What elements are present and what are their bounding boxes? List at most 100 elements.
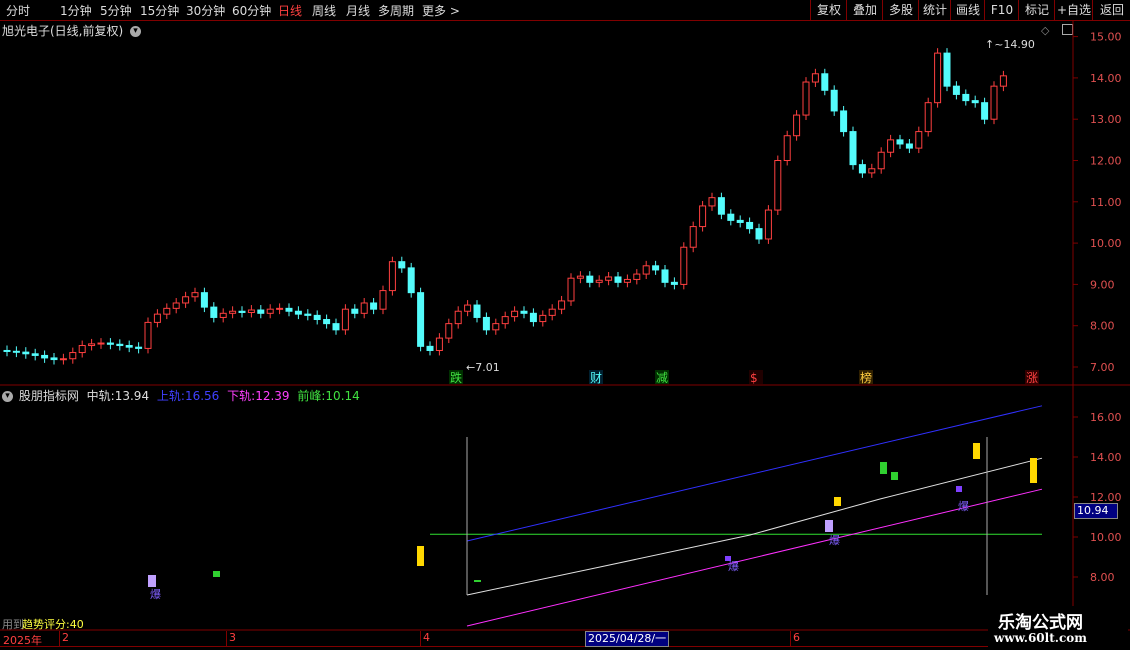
event-marker: 财 <box>590 371 602 385</box>
candle-body <box>783 135 791 162</box>
lower-band-line <box>466 488 1043 627</box>
candle-body <box>511 310 519 318</box>
price-tick-label: 13.00 <box>1090 113 1122 126</box>
candle-body <box>473 304 481 318</box>
candle-body <box>351 308 359 314</box>
candle-body <box>952 85 960 95</box>
candle-body <box>539 314 547 323</box>
event-marker: 减 <box>656 371 668 385</box>
candle-body <box>971 100 979 104</box>
upper-band-line <box>466 405 1043 542</box>
candle-body <box>858 164 866 174</box>
burst-mark: 爆 <box>728 559 739 573</box>
candle-body <box>492 323 500 331</box>
candle-body <box>116 343 124 347</box>
candle-body <box>924 102 932 133</box>
candle-body <box>454 310 462 325</box>
candle-body <box>88 343 96 347</box>
watermark-url: www.60lt.com <box>994 631 1087 645</box>
candle-body <box>633 273 641 280</box>
candle-body <box>793 114 801 137</box>
candle-body <box>520 310 528 314</box>
candle-body <box>360 302 368 314</box>
signal-block <box>891 472 898 480</box>
candle-body <box>699 205 707 228</box>
candle-body <box>97 342 105 345</box>
signal-block <box>474 580 481 582</box>
candle-body <box>370 302 378 310</box>
candle-body <box>285 307 293 312</box>
burst-mark: 爆 <box>150 587 161 601</box>
candle-body <box>943 52 951 87</box>
event-marker: 跌 <box>450 370 462 385</box>
candle-body <box>69 352 77 360</box>
candle-body <box>915 131 923 149</box>
date-month-2: 2 <box>59 631 69 646</box>
candle-body <box>623 278 631 283</box>
date-month-4: 4 <box>420 631 430 646</box>
candle-body <box>558 300 566 310</box>
candle-body <box>172 302 180 309</box>
burst-mark: 爆 <box>958 499 969 513</box>
candle-body <box>802 81 810 116</box>
candle-body <box>962 93 970 102</box>
candle-body <box>981 102 989 120</box>
signal-block <box>417 546 424 566</box>
trend-score: 趋势评分:40 <box>22 618 84 631</box>
candle-body <box>736 219 744 223</box>
candle-body <box>426 345 434 351</box>
watermark-title: 乐淘公式网 <box>998 613 1083 633</box>
candle-body <box>229 310 237 314</box>
signal-block <box>956 486 962 492</box>
candle-body <box>22 351 30 355</box>
candle-body <box>567 277 575 302</box>
indicator-tick-label: 14.00 <box>1090 451 1122 464</box>
event-markers: 跌 财 减 $ 榜 涨 <box>449 370 1039 385</box>
burst-mark: 爆 <box>829 533 840 547</box>
indicator-tick-label: 16.00 <box>1090 411 1122 424</box>
candle-body <box>266 308 274 314</box>
candle-body <box>135 346 143 349</box>
mid-band-line <box>466 457 1043 596</box>
price-tick-label: 7.00 <box>1090 361 1115 374</box>
candle-body <box>482 316 490 331</box>
candle-body <box>257 309 265 314</box>
indicator-tick-label: 10.00 <box>1090 531 1122 544</box>
candle-body <box>774 160 782 211</box>
candle-body <box>3 349 11 352</box>
candle-body <box>652 265 660 271</box>
candle-body <box>144 321 152 349</box>
candle-body <box>31 353 39 356</box>
candle-body <box>990 85 998 120</box>
price-tick-label: 10.00 <box>1090 237 1122 250</box>
event-marker: $ <box>750 371 758 385</box>
signal-block <box>148 575 156 587</box>
candle-body <box>605 276 613 281</box>
candle-body <box>680 246 688 285</box>
candle-body <box>830 89 838 112</box>
signal-block <box>973 443 980 459</box>
candle-body <box>445 323 453 339</box>
cursor-date: 2025/04/28/一 <box>585 631 669 647</box>
candle-body <box>670 281 678 285</box>
candle-body <box>332 323 340 331</box>
candle-body <box>417 292 425 347</box>
candle-body <box>887 139 895 153</box>
candle-body <box>12 350 20 353</box>
candle-body <box>78 345 86 354</box>
candle-body <box>548 308 556 316</box>
candle-body <box>125 345 133 348</box>
candle-body <box>501 316 509 325</box>
candle-body <box>821 73 829 91</box>
candle-body <box>106 342 114 345</box>
candle-body <box>59 358 67 361</box>
candle-body <box>238 310 246 313</box>
candle-body <box>379 290 387 310</box>
price-tick-label: 11.00 <box>1090 196 1122 209</box>
chart-canvas[interactable]: 15.00 14.00 13.00 12.00 11.00 10.00 9.00 8.00 7.… <box>0 0 1130 650</box>
candle-body <box>464 304 472 312</box>
candle-body <box>717 197 725 215</box>
watermark: 乐淘公式网 www.60lt.com <box>988 606 1128 650</box>
candle-body <box>407 267 415 294</box>
candle-body <box>755 228 763 240</box>
